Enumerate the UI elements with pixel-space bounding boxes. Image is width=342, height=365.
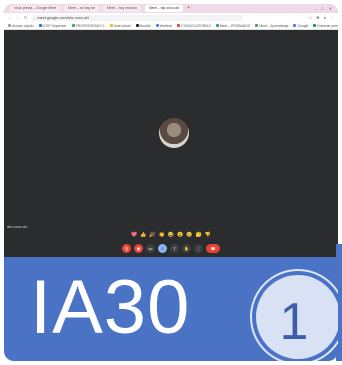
reaction-icon[interactable]: 🎉: [149, 232, 155, 239]
meet-controls: 🎙 ▣ cc ☺ ⇪ ✋ ⋮ ☎: [4, 242, 338, 254]
window-controls: – □ ✕: [314, 6, 338, 11]
raise-hand-button[interactable]: ✋: [182, 243, 191, 253]
camera-off-button[interactable]: ▣: [134, 243, 143, 253]
new-tab-button[interactable]: +: [187, 5, 190, 12]
browser-tab[interactable]: Meet – hoy reunión: [103, 5, 141, 12]
reaction-icon[interactable]: 😂: [168, 232, 174, 239]
browser-tab-active[interactable]: Meet – hip-xxxx-ckt: [144, 5, 184, 12]
meet-video-area: ahv-xxxx-ckt: [4, 31, 338, 231]
bookmark-label: Entrenar prueba: [317, 23, 338, 28]
bookmark-icon: [293, 24, 297, 27]
participant-avatar[interactable]: [159, 118, 189, 148]
meeting-code: ahv-xxxx-ckt: [7, 225, 27, 229]
bookmark-label: ICGP Organizer: [42, 23, 67, 28]
reaction-icon[interactable]: 💖: [131, 232, 137, 239]
more-icon: ⋮: [196, 245, 201, 251]
reaction-icon[interactable]: 😮: [177, 232, 183, 239]
bookmark-label: Meet – Aprendizaje: [259, 23, 289, 28]
mic-off-icon: 🎙: [123, 245, 130, 251]
bookmark-item[interactable]: Acceso rápido: [8, 24, 34, 28]
bookmark-icon: [177, 24, 181, 27]
bookmark-icon: [8, 24, 11, 27]
reaction-icon[interactable]: 👎: [205, 232, 211, 239]
minimize-icon[interactable]: –: [314, 6, 316, 11]
extensions-icon[interactable]: ✱: [316, 15, 319, 20]
reactions-bar: 💖 👍 🎉 👏 😂 😮 😢 🤔 👎: [4, 232, 338, 239]
bookmark-icon: [71, 24, 75, 27]
bookmark-icon: [155, 24, 159, 27]
bookmark-item[interactable]: Moodle: [135, 23, 151, 28]
bookmark-icon: [109, 24, 113, 27]
bookmark-item[interactable]: ICGP Organizer: [38, 23, 67, 28]
hangup-button[interactable]: ☎: [206, 243, 220, 253]
bookmark-label: Acceso rápido: [12, 23, 34, 28]
close-icon[interactable]: ✕: [329, 6, 332, 11]
slide-frame: Vista previa – Google Meet Meet – no hay…: [0, 0, 342, 365]
bookmark-label: PROFESORADO 1: [75, 23, 105, 28]
bookmark-item[interactable]: Webinar: [155, 23, 173, 28]
browser-screenshot: Vista previa – Google Meet Meet – no hay…: [4, 4, 338, 257]
bookmark-item[interactable]: Meet – PROBANDO: [215, 23, 251, 28]
camera-off-icon: ▣: [136, 245, 141, 251]
banner-title: IA30: [30, 265, 191, 350]
present-icon: ⇪: [172, 245, 177, 251]
bookmarks-bar: Acceso rápido ICGP Organizer PROFESORADO 1…: [4, 22, 338, 30]
bookmark-icon: [215, 24, 219, 27]
bookmark-item[interactable]: Meet – Aprendizaje: [255, 24, 288, 28]
browser-tab[interactable]: Meet – no hay se: [64, 5, 100, 12]
number-badge: 1: [256, 275, 338, 359]
back-icon[interactable]: ←: [8, 15, 12, 20]
emoji-button[interactable]: ☺: [158, 243, 167, 253]
more-options-button[interactable]: ⋮: [194, 243, 203, 253]
bookmark-label: Meet – PROBANDO: [219, 23, 251, 28]
captions-button[interactable]: cc: [146, 243, 155, 253]
bookmark-item[interactable]: Aula virtual: [109, 23, 131, 28]
bookmark-item[interactable]: Entrenar prueba: [313, 24, 338, 28]
bookmark-item[interactable]: CONVOCATORIAS: [177, 23, 211, 28]
hand-icon: ✋: [184, 245, 189, 251]
browser-tab[interactable]: Vista previa – Google Meet: [10, 5, 61, 12]
present-button[interactable]: ⇪: [170, 243, 179, 253]
emoji-icon: ☺: [160, 245, 165, 251]
bookmark-icon: [255, 24, 259, 27]
bookmark-label: Google: [297, 23, 309, 28]
bookmark-item[interactable]: PROFESORADO 1: [71, 23, 105, 28]
reaction-icon[interactable]: 😢: [186, 232, 192, 239]
mic-off-button[interactable]: 🎙: [122, 243, 131, 253]
bookmark-label: Webinar: [159, 23, 173, 28]
reaction-icon[interactable]: 👍: [140, 232, 146, 239]
badge-number: 1: [279, 293, 309, 351]
profile-icon[interactable]: ●: [324, 15, 326, 20]
bookmark-item[interactable]: Google: [293, 24, 308, 28]
maximize-icon[interactable]: □: [321, 6, 323, 11]
title-banner: IA30 1: [4, 257, 338, 361]
forward-icon[interactable]: →: [16, 15, 20, 20]
url-input[interactable]: meet.google.com/ahv-xxxx-ckt: [31, 14, 244, 21]
address-bar: ← → ↻ meet.google.com/ahv-xxxx-ckt ☆ ✱ ●…: [4, 13, 338, 22]
star-icon[interactable]: ☆: [309, 15, 313, 20]
address-icons: ☆ ✱ ● ⋮: [309, 15, 334, 20]
hangup-icon: ☎: [210, 245, 216, 251]
bookmark-label: Moodle: [139, 23, 151, 28]
bookmark-icon: [38, 24, 42, 27]
bookmark-label: CONVOCATORIAS: [181, 23, 211, 28]
bookmark-icon: [313, 24, 317, 27]
browser-tab-bar: Vista previa – Google Meet Meet – no hay…: [4, 4, 338, 13]
reaction-icon[interactable]: 🤔: [196, 232, 202, 239]
reload-icon[interactable]: ↻: [24, 15, 27, 20]
bookmark-label: Aula virtual: [113, 23, 131, 28]
menu-icon[interactable]: ⋮: [330, 15, 334, 20]
captions-icon: cc: [148, 245, 153, 251]
reaction-icon[interactable]: 👏: [159, 232, 165, 239]
bookmark-icon: [135, 24, 139, 27]
